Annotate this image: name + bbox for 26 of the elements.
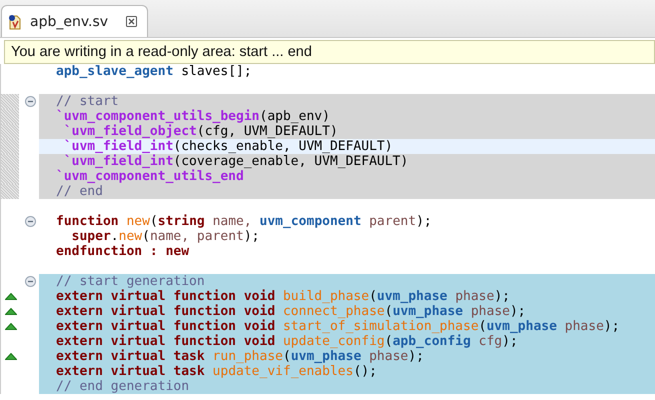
collapse-icon[interactable] bbox=[24, 276, 36, 287]
code-line: // end bbox=[56, 184, 103, 199]
code-line: function new(string name, uvm_component parent); bbox=[56, 214, 432, 229]
code-line: // start generation bbox=[56, 274, 205, 289]
code-line: super.new(name, parent); bbox=[70, 229, 260, 244]
code-line: `uvm_component_utils_begin(apb_env) bbox=[56, 109, 330, 124]
code-line: // start bbox=[56, 94, 119, 109]
editor-tab[interactable]: apb_env.sv bbox=[1, 5, 148, 37]
code-line: extern virtual function void update_config(apb_config cfg); bbox=[56, 334, 518, 349]
code-line: `uvm_component_utils_end bbox=[56, 169, 244, 184]
code-line: extern virtual function void start_of_simulation_phase(uvm_phase phase); bbox=[56, 319, 620, 334]
read-only-tooltip: You are writing in a read-only area: start ... end bbox=[4, 40, 655, 64]
code-line: extern virtual function void build_phase(uvm_phase phase); bbox=[56, 289, 510, 304]
code-line: `uvm_field_int(checks_enable, UVM_DEFAULT) bbox=[62, 139, 393, 154]
code-line: `uvm_field_object(cfg, UVM_DEFAULT) bbox=[64, 124, 338, 139]
code-line: extern virtual task run_phase(uvm_phase phase); bbox=[56, 349, 424, 364]
code-line: extern virtual task update_vif_enables(); bbox=[56, 364, 377, 379]
file-icon bbox=[8, 14, 22, 30]
code-line: endfunction : new bbox=[56, 244, 190, 259]
collapse-icon[interactable] bbox=[24, 216, 36, 227]
code-line: extern virtual function void connect_phase(uvm_phase phase); bbox=[56, 304, 526, 319]
close-icon[interactable] bbox=[126, 16, 138, 27]
code-line: apb_slave_agent slaves[]; bbox=[56, 64, 252, 79]
collapse-icon[interactable] bbox=[24, 96, 36, 107]
code-line: // end generation bbox=[56, 379, 190, 394]
code-line: `uvm_field_int(coverage_enable, UVM_DEFAULT) bbox=[62, 154, 408, 169]
